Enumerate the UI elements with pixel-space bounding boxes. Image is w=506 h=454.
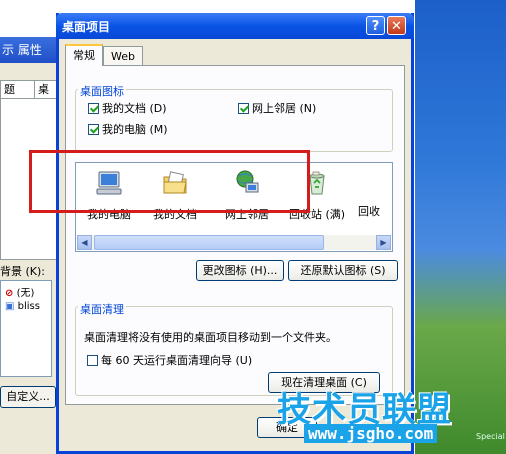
checkbox-checked[interactable] xyxy=(88,123,99,135)
none-icon: ⊘ xyxy=(5,288,14,299)
cleanup-every-60-days-checkbox[interactable]: 每 60 天运行桌面清理向导 (U) xyxy=(87,352,252,368)
background-list[interactable]: ⊘ (无) ▣ bliss xyxy=(0,280,52,377)
desktop-icons-group-title: 桌面图标 xyxy=(78,83,126,99)
checkbox-label: 网上邻居 (N) xyxy=(252,102,317,115)
checkbox-unchecked[interactable] xyxy=(87,354,98,366)
general-tab-panel: 我的文档 (D) 网上邻居 (N) 我的电脑 (M) 桌面图标 我的电脑 我的文… xyxy=(65,65,405,405)
wallpaper-text: Special xyxy=(476,432,505,441)
list-item[interactable]: ▣ bliss xyxy=(5,301,40,312)
change-icon-button[interactable]: 更改图标 (H)... xyxy=(196,260,284,281)
close-icon: ✕ xyxy=(391,19,402,34)
dialog-title: 桌面项目 xyxy=(62,20,111,34)
customize-desktop-button[interactable]: 自定义... xyxy=(0,386,56,408)
highlight-box xyxy=(29,150,310,213)
background-label: 背景 (K): xyxy=(0,265,45,278)
parent-title: 示 属性 xyxy=(2,43,42,57)
desktop-cleanup-group-title: 桌面清理 xyxy=(78,301,126,317)
checkbox-checked[interactable] xyxy=(238,102,249,114)
network-places-checkbox[interactable]: 网上邻居 (N) xyxy=(238,100,316,116)
icon-label: 回收 xyxy=(358,205,380,218)
tab-web[interactable]: Web xyxy=(103,46,143,66)
list-item[interactable]: ⊘ (无) xyxy=(5,284,34,299)
recycle-bin-empty-icon xyxy=(371,169,385,197)
restore-default-button[interactable]: 还原默认图标 (S) xyxy=(288,260,398,281)
question-mark-icon: ? xyxy=(371,19,380,34)
parent-title-bar: 示 属性 xyxy=(0,37,64,63)
scrollbar-thumb[interactable] xyxy=(94,235,324,250)
scroll-right-button[interactable]: ▶ xyxy=(376,235,391,250)
tab-general[interactable]: 常规 xyxy=(65,44,103,66)
icon-item-recycle-bin-empty[interactable]: 回收 xyxy=(358,169,392,219)
checkbox-label: 每 60 天运行桌面清理向导 (U) xyxy=(101,354,253,367)
horizontal-scrollbar[interactable]: ◀ ▶ xyxy=(77,235,391,250)
list-item-label: bliss xyxy=(17,301,40,312)
dialog-title-bar[interactable]: 桌面项目 ? ✕ xyxy=(56,13,414,39)
cleanup-description: 桌面清理将没有使用的桌面项目移动到一个文件夹。 xyxy=(84,331,337,344)
checkbox-label: 我的电脑 (M) xyxy=(102,123,168,136)
help-button[interactable]: ? xyxy=(366,16,385,35)
image-file-icon: ▣ xyxy=(5,301,15,312)
close-button[interactable]: ✕ xyxy=(387,16,406,35)
my-documents-checkbox[interactable]: 我的文档 (D) xyxy=(88,100,167,116)
list-item-label: (无) xyxy=(16,288,35,299)
my-computer-checkbox[interactable]: 我的电脑 (M) xyxy=(88,121,168,137)
checkbox-label: 我的文档 (D) xyxy=(102,102,167,115)
watermark-url: www.jsgho.com xyxy=(304,424,438,443)
parent-tab-theme[interactable]: 题 xyxy=(0,80,36,99)
scroll-left-button[interactable]: ◀ xyxy=(77,235,92,250)
checkbox-checked[interactable] xyxy=(88,102,99,114)
